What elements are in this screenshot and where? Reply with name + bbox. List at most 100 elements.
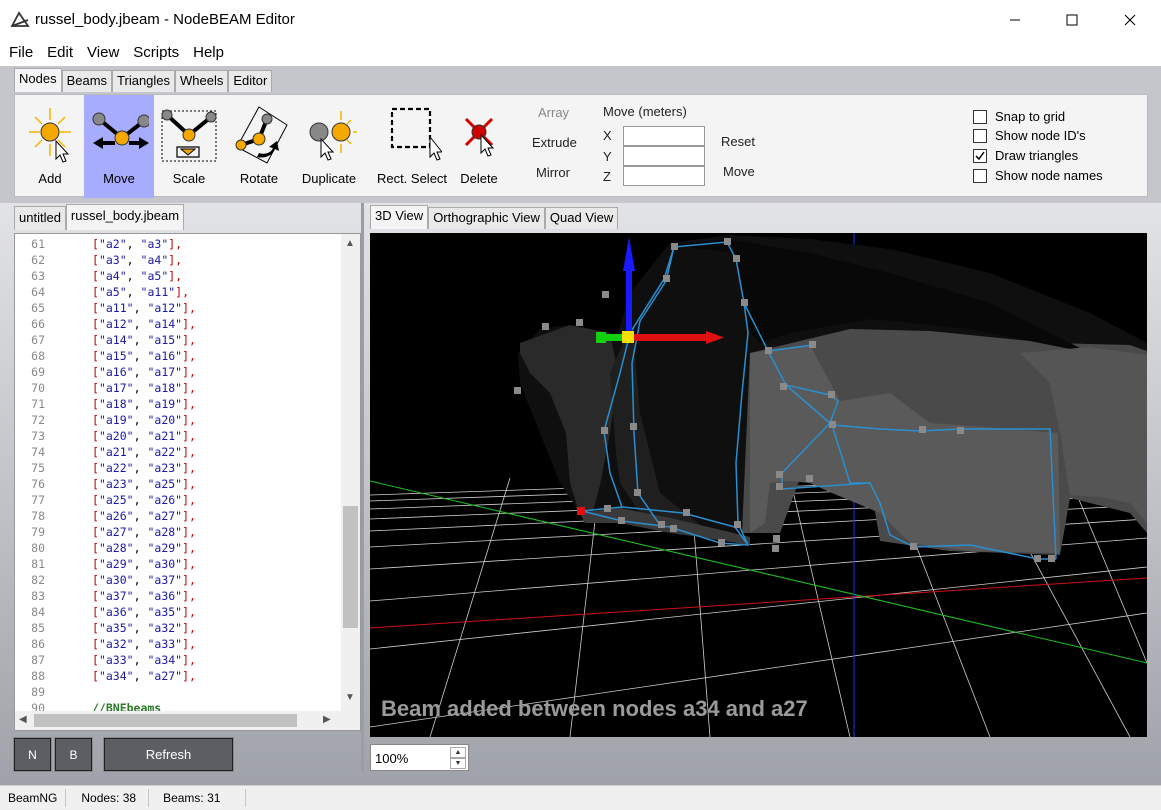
line-number: 69 [31, 365, 45, 379]
zoom-spinbox[interactable]: 100% ▲ ▼ [370, 744, 469, 771]
code-line: 81 ["a29", "a30"], [15, 556, 340, 572]
extrude-button[interactable]: Extrude [532, 135, 577, 150]
tab-triangles[interactable]: Triangles [112, 70, 176, 92]
b-button[interactable]: B [54, 737, 93, 772]
tab-nodes[interactable]: Nodes [14, 68, 62, 92]
code-line: 72 ["a19", "a20"], [15, 412, 340, 428]
array-button[interactable]: Array [538, 105, 569, 120]
draw-triangles-option[interactable]: Draw triangles [973, 148, 1078, 163]
line-number: 81 [31, 557, 45, 571]
vertical-scrollbar[interactable]: ▲ ▼ [341, 234, 360, 711]
status-node-count: Nodes: 38 [66, 789, 150, 807]
y-input[interactable] [623, 146, 705, 166]
line-number: 67 [31, 333, 45, 347]
scroll-left-icon[interactable]: ◀ [19, 714, 27, 725]
line-number: 68 [31, 349, 45, 363]
rect-select-tool-button[interactable]: Rect. Select [369, 95, 455, 198]
line-number: 75 [31, 461, 45, 475]
x-input[interactable] [623, 126, 705, 146]
tab-editor[interactable]: Editor [228, 70, 273, 92]
minimize-button[interactable] [986, 0, 1044, 40]
snap-to-grid-option[interactable]: Snap to grid [973, 109, 1065, 124]
move-tool-button[interactable]: Move [84, 95, 154, 198]
minimize-icon [1010, 19, 1020, 21]
file-tab-untitled[interactable]: untitled [14, 206, 66, 230]
vertical-scroll-thumb[interactable] [343, 506, 358, 628]
zoom-increase-icon[interactable]: ▲ [450, 747, 466, 758]
tab-orthographic-view[interactable]: Orthographic View [428, 207, 545, 229]
n-button[interactable]: N [13, 737, 52, 772]
y-label: Y [603, 149, 612, 164]
horizontal-scrollbar[interactable]: ◀ ▶ [15, 711, 360, 730]
add-tool-label: Add [38, 171, 62, 186]
refresh-button[interactable]: Refresh [103, 737, 234, 772]
code-text: ["a25", "a26"], [92, 493, 196, 507]
menu-view[interactable]: View [80, 41, 126, 65]
delete-tool-label: Delete [460, 171, 498, 186]
file-tab-russel-body[interactable]: russel_body.jbeam [65, 204, 185, 230]
menu-edit[interactable]: Edit [40, 41, 80, 65]
line-number: 64 [31, 285, 45, 299]
show-node-names-option[interactable]: Show node names [973, 168, 1103, 183]
show-node-ids-option[interactable]: Show node ID's [973, 128, 1086, 143]
draw-triangles-checkbox[interactable] [973, 148, 987, 163]
menu-scripts[interactable]: Scripts [126, 41, 186, 65]
scroll-down-icon[interactable]: ▼ [345, 692, 355, 703]
rect-select-icon [390, 107, 442, 161]
pane-splitter[interactable] [361, 203, 364, 773]
rotate-node-icon [235, 106, 288, 164]
code-editor[interactable]: 61 ["a2", "a3"], 62 ["a3", "a4"], 63 ["a4", "… [14, 233, 361, 731]
code-line: 83 ["a37", "a36"], [15, 588, 340, 604]
code-text: ["a19", "a20"], [92, 413, 196, 427]
code-text: ["a11", "a12"], [92, 301, 196, 315]
status-app-name: BeamNG [0, 789, 67, 807]
horizontal-scroll-thumb[interactable] [34, 714, 297, 727]
tab-quad-view[interactable]: Quad View [544, 207, 619, 229]
code-text: ["a20", "a21"], [92, 429, 196, 443]
code-text: ["a34", "a27"], [92, 669, 196, 683]
code-text: ["a14", "a15"], [92, 333, 196, 347]
scale-tool-button[interactable]: Scale [154, 95, 224, 198]
delete-tool-button[interactable]: Delete [444, 95, 514, 198]
code-text: ["a23", "a25"], [92, 477, 196, 491]
tab-3d-view[interactable]: 3D View [370, 205, 429, 229]
3d-viewport[interactable]: Beam added between nodes a34 and a27 [370, 233, 1147, 737]
mirror-button[interactable]: Mirror [536, 165, 570, 180]
line-number: 86 [31, 637, 45, 651]
scroll-up-icon[interactable]: ▲ [345, 238, 355, 249]
code-text: ["a29", "a30"], [92, 557, 196, 571]
reset-button[interactable]: Reset [721, 134, 755, 149]
code-line: 62 ["a3", "a4"], [15, 252, 340, 268]
maximize-button[interactable] [1043, 0, 1101, 40]
duplicate-tool-button[interactable]: Duplicate [294, 95, 364, 198]
rotate-tool-button[interactable]: Rotate [224, 95, 294, 198]
show-node-ids-checkbox[interactable] [973, 128, 987, 143]
z-input[interactable] [623, 166, 705, 186]
add-tool-button[interactable]: Add [15, 95, 85, 198]
line-number: 84 [31, 605, 45, 619]
scroll-right-icon[interactable]: ▶ [323, 714, 331, 725]
code-text: ["a28", "a29"], [92, 541, 196, 555]
snap-to-grid-checkbox[interactable] [973, 109, 987, 124]
menu-file[interactable]: File [2, 41, 40, 65]
code-text: ["a5", "a11"], [92, 285, 190, 299]
line-number: 88 [31, 669, 45, 683]
zoom-decrease-icon[interactable]: ▼ [450, 758, 466, 769]
code-text: ["a32", "a33"], [92, 637, 196, 651]
line-number: 77 [31, 493, 45, 507]
view-tabs: 3D View Orthographic View Quad View [370, 205, 619, 229]
code-line: 64 ["a5", "a11"], [15, 284, 340, 300]
tab-beams[interactable]: Beams [61, 70, 113, 92]
code-text: ["a3", "a4"], [92, 253, 183, 267]
code-line: 61 ["a2", "a3"], [15, 236, 340, 252]
line-number: 85 [31, 621, 45, 635]
tab-wheels[interactable]: Wheels [175, 70, 229, 92]
menu-help[interactable]: Help [186, 41, 231, 65]
show-node-names-checkbox[interactable] [973, 168, 987, 183]
code-line: 63 ["a4", "a5"], [15, 268, 340, 284]
line-number: 63 [31, 269, 45, 283]
close-button[interactable] [1101, 0, 1159, 40]
move-apply-button[interactable]: Move [723, 164, 755, 179]
code-line: 76 ["a23", "a25"], [15, 476, 340, 492]
title-bar: russel_body.jbeam - NodeBEAM Editor [0, 0, 1161, 40]
